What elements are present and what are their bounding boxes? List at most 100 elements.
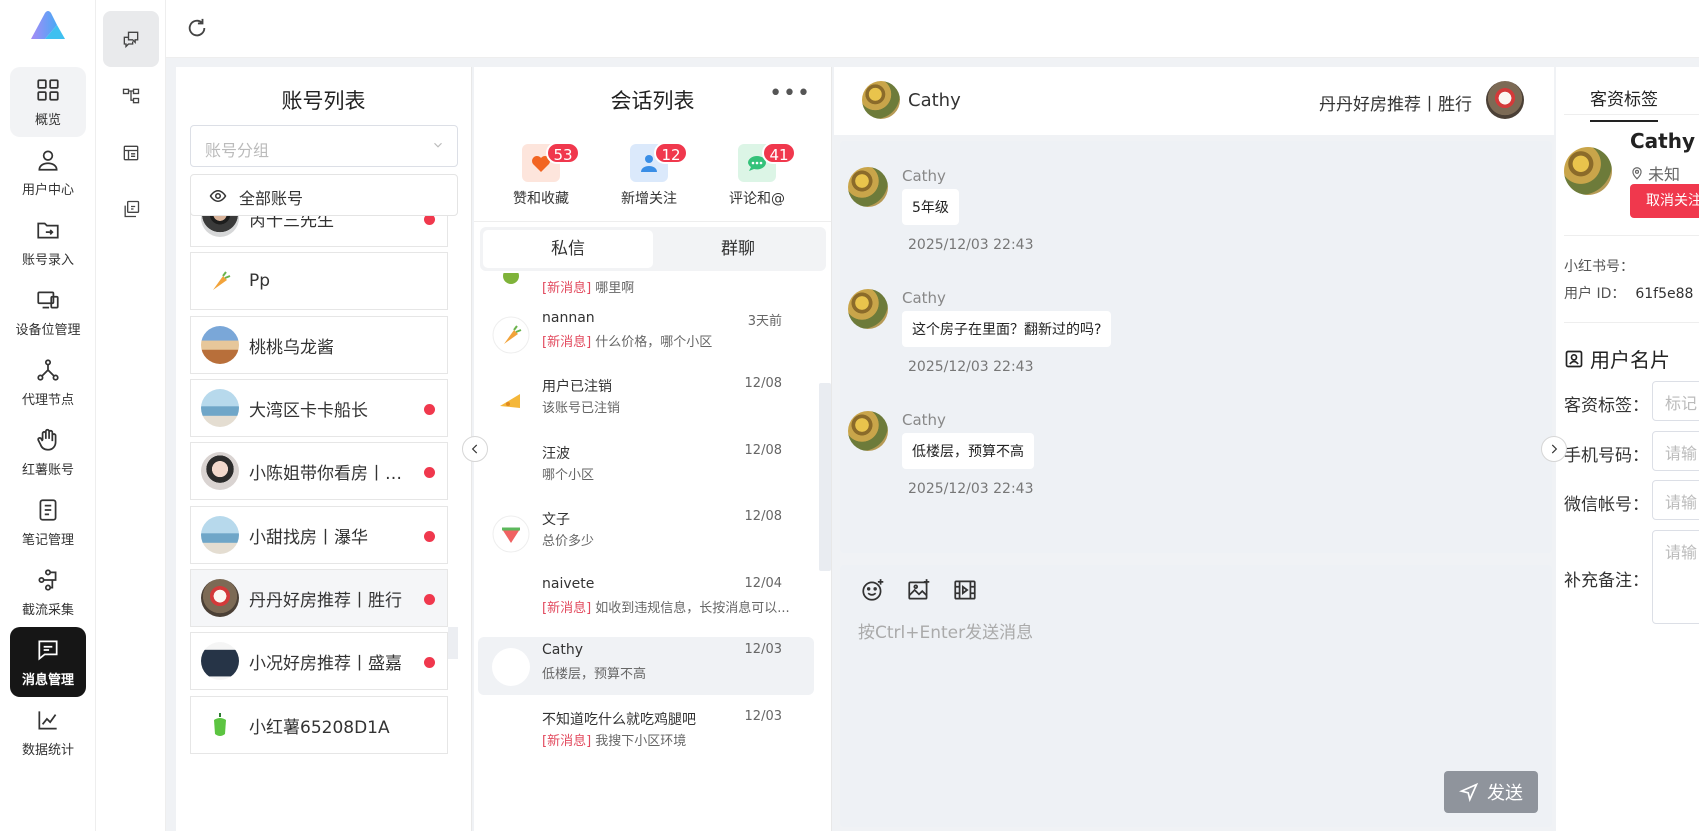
nav-item-user-center[interactable]: 用户中心 — [10, 137, 86, 207]
new-message-tag: [新消息] — [542, 601, 592, 616]
nav-item-devices[interactable]: 设备位管理 — [10, 277, 86, 347]
emoji-button[interactable] — [860, 577, 886, 603]
conversation-item[interactable]: naivete 12/04 [新消息] 如收到违规信息，长按消息可以... — [478, 571, 814, 629]
message: Cathy 低楼层，预算不高 2025/12/03 22:43 — [848, 411, 1448, 521]
account-card-selected[interactable]: 丹丹好房推荐丨胜行 — [190, 569, 448, 627]
collapse-left-button[interactable] — [462, 436, 488, 462]
chevron-down-icon — [434, 142, 442, 148]
account-card[interactable]: 小甜找房丨瀑华 — [190, 506, 448, 564]
conversation-item[interactable]: 文子 12/08 总价多少 — [478, 504, 814, 562]
divider — [1564, 235, 1699, 236]
message-bubble: 低楼层，预算不高 — [902, 433, 1034, 469]
conversation-name: naivete — [542, 576, 595, 592]
avatar — [848, 289, 888, 329]
conversation-item[interactable]: [新消息] 哪里啊 — [478, 273, 814, 309]
conversation-item[interactable]: nannan 3天前 [新消息] 什么价格，哪个小区 — [478, 305, 814, 363]
conversation-item[interactable]: 不知道吃什么就吃鸡腿吧 12/03 [新消息] 我搜下小区环境 — [478, 704, 814, 762]
nav-item-messages[interactable]: 消息管理 — [10, 627, 86, 697]
nav-label: 截流采集 — [21, 602, 74, 618]
account-name: 小甜找房丨瀑华 — [249, 527, 368, 548]
tab-customer-tags[interactable]: 客资标签 — [1590, 85, 1658, 122]
conversation-name: Cathy — [542, 642, 584, 658]
account-card[interactable]: 桃桃乌龙酱 — [190, 316, 448, 374]
notif-comments[interactable]: 41 评论和@ — [712, 142, 802, 208]
all-accounts-label: 全部账号 — [239, 189, 304, 208]
account-name: 桃桃乌龙酱 — [249, 337, 334, 358]
avatar — [492, 449, 530, 487]
send-label: 发送 — [1487, 783, 1523, 804]
avatar — [492, 715, 530, 753]
conversation-item[interactable]: 用户已注销 12/08 该账号已注销 — [478, 371, 814, 429]
message-sender: Cathy — [902, 289, 946, 307]
nav-item-capture[interactable]: 截流采集 — [10, 557, 86, 627]
tab-group[interactable]: 群聊 — [653, 230, 823, 268]
conversation-list: [新消息] 哪里啊 nannan 3天前 [新消息] 什么价格，哪个小区 用户已… — [474, 273, 831, 831]
copy-icon — [124, 200, 140, 218]
wechat-field[interactable]: 请输 — [1652, 480, 1699, 520]
phone-field[interactable]: 请输 — [1652, 431, 1699, 471]
account-card[interactable]: 小况好房推荐丨盛嘉 — [190, 632, 448, 690]
message-bubble: 5年级 — [902, 189, 959, 225]
tab-private[interactable]: 私信 — [483, 230, 653, 268]
nav-label: 红薯账号 — [21, 462, 74, 478]
conversation-list-panel: 会话列表 ••• 53 赞和收藏 12 新增关注 41 评论和@ 私信 群聊 [… — [474, 67, 832, 831]
message-time: 2025/12/03 22:43 — [908, 237, 1034, 253]
unread-dot — [424, 404, 435, 415]
video-button[interactable] — [952, 577, 978, 603]
nav-item-xhs-accounts[interactable]: 红薯账号 — [10, 417, 86, 487]
all-accounts-option[interactable]: 全部账号 — [190, 174, 458, 216]
account-name: 小陈姐带你看房丨… — [249, 463, 402, 484]
avatar — [492, 648, 530, 686]
nav-item-proxy-nodes[interactable]: 代理节点 — [10, 347, 86, 417]
account-group-select[interactable]: 账号分组 — [190, 125, 458, 167]
profile-name: Cathy — [1630, 129, 1696, 153]
customer-tag-field[interactable]: 标记 — [1652, 381, 1699, 421]
account-card[interactable]: 大湾区卡卡船长 — [190, 379, 448, 437]
unfollow-button[interactable]: 取消关注 — [1630, 184, 1699, 218]
preview-text: 哪个小区 — [542, 468, 595, 483]
more-options-button[interactable]: ••• — [769, 83, 811, 105]
image-button[interactable] — [906, 577, 932, 603]
notif-label: 评论和@ — [729, 191, 785, 207]
divider — [1564, 322, 1699, 323]
sub-nav-list[interactable] — [103, 125, 159, 181]
account-card[interactable]: 小陈姐带你看房丨… — [190, 442, 448, 500]
preview-text: 我搜下小区环境 — [595, 734, 687, 749]
conversation-item[interactable]: 汪波 12/08 哪个小区 — [478, 438, 814, 496]
divider — [1564, 114, 1699, 115]
avatar — [201, 389, 239, 427]
image-icon — [908, 579, 930, 600]
nav-item-stats[interactable]: 数据统计 — [10, 697, 86, 767]
tree-icon — [122, 88, 140, 104]
collapse-right-button[interactable] — [1541, 436, 1567, 462]
notes-field[interactable]: 请输 — [1652, 530, 1699, 624]
avatar — [492, 316, 530, 354]
refresh-icon[interactable] — [186, 17, 208, 39]
notif-badge: 12 — [654, 142, 688, 164]
sub-nav-private-chat[interactable] — [103, 11, 159, 67]
sub-nav-tree[interactable] — [103, 68, 159, 124]
message-input[interactable] — [858, 620, 1518, 646]
pepper-icon — [201, 706, 239, 744]
notif-follows[interactable]: 12 新增关注 — [604, 142, 694, 208]
chat-header: Cathy 丹丹好房推荐丨胜行 — [834, 67, 1554, 135]
nav-item-overview[interactable]: 概览 — [10, 67, 86, 137]
account-card[interactable]: Pp — [190, 252, 448, 310]
conversation-name: nannan — [542, 310, 595, 326]
user-icon — [38, 149, 58, 171]
notif-likes[interactable]: 53 赞和收藏 — [496, 142, 586, 208]
new-message-tag: [新消息] — [542, 734, 592, 749]
account-list-scrollbar[interactable] — [448, 627, 458, 659]
send-button[interactable]: 发送 — [1444, 771, 1538, 813]
sub-nav-copy[interactable] — [103, 181, 159, 237]
chart-icon — [38, 710, 57, 730]
conversation-time: 12/03 — [744, 642, 782, 657]
avatar — [201, 642, 239, 680]
conversation-scrollbar[interactable] — [819, 383, 831, 571]
account-card[interactable]: 小红薯65208D1A — [190, 696, 448, 754]
nav-item-account-entry[interactable]: 账号录入 — [10, 207, 86, 277]
nav-item-notes[interactable]: 笔记管理 — [10, 487, 86, 557]
preview-text: 低楼层，预算不高 — [542, 667, 647, 682]
conversation-item-selected[interactable]: Cathy 12/03 低楼层，预算不高 — [478, 637, 814, 695]
unread-dot — [424, 594, 435, 605]
